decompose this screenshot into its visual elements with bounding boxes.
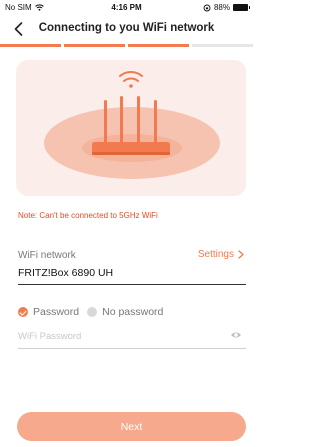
status-bar: No SIM 4:16 PM 88% bbox=[0, 0, 253, 16]
radio-password[interactable]: Password bbox=[18, 306, 79, 318]
router-illustration bbox=[16, 60, 246, 196]
chevron-right-icon bbox=[238, 250, 244, 259]
eye-icon[interactable] bbox=[230, 330, 242, 340]
battery-info: 88% bbox=[203, 3, 250, 12]
radio-checked-icon bbox=[18, 307, 28, 317]
frequency-warning: Note: Can't be connected to 5GHz WiFi bbox=[18, 211, 158, 220]
step-progress-bar bbox=[0, 44, 253, 47]
orientation-lock-icon bbox=[203, 4, 211, 11]
wifi-password-input[interactable] bbox=[18, 328, 223, 344]
wifi-network-name[interactable]: FRITZ!Box 6890 UH bbox=[18, 267, 113, 279]
progress-step-2 bbox=[64, 44, 125, 47]
page-title: Connecting to you WiFi network bbox=[38, 22, 215, 34]
password-divider bbox=[18, 348, 246, 349]
radio-password-label: Password bbox=[33, 306, 80, 318]
radio-no-password[interactable]: No password bbox=[87, 306, 163, 318]
next-button[interactable]: Next bbox=[17, 412, 246, 441]
radio-unchecked-icon bbox=[87, 307, 98, 317]
radio-no-password-label: No password bbox=[102, 306, 164, 318]
progress-step-4 bbox=[192, 44, 253, 47]
settings-link[interactable]: Settings bbox=[198, 249, 244, 260]
wifi-router-icon bbox=[44, 71, 220, 179]
battery-icon bbox=[233, 4, 250, 11]
progress-step-1 bbox=[0, 44, 61, 47]
battery-percent: 88% bbox=[213, 3, 230, 12]
settings-label: Settings bbox=[197, 249, 234, 260]
nav-bar: Connecting to you WiFi network bbox=[0, 18, 253, 42]
progress-step-3 bbox=[128, 44, 189, 47]
network-divider bbox=[18, 284, 246, 285]
wifi-network-label: WiFi network bbox=[18, 250, 76, 261]
password-option-group: Password No password bbox=[18, 306, 171, 318]
